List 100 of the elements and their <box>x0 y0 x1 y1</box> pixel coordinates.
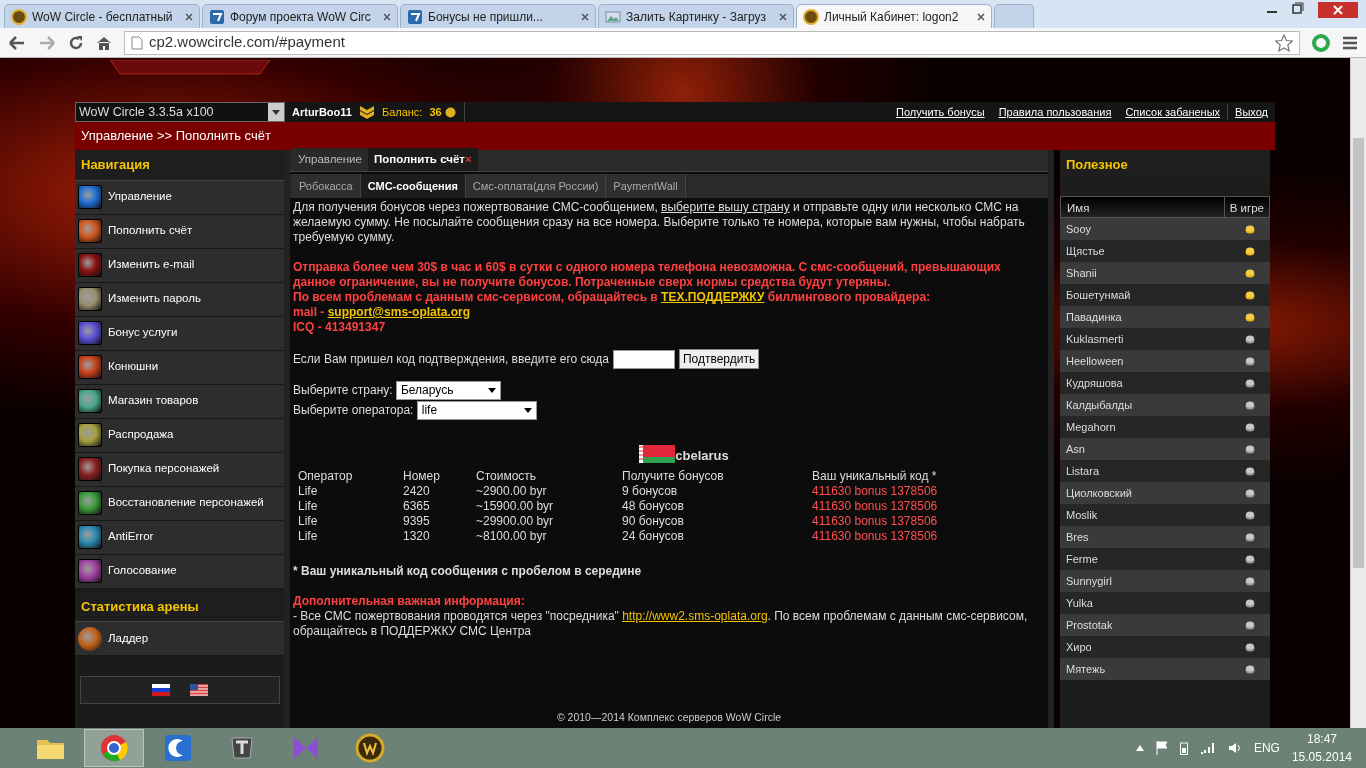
balance-value: 36 <box>429 104 443 120</box>
nav-item[interactable]: AntiError <box>75 520 285 555</box>
close-icon[interactable] <box>383 12 391 21</box>
square-emblem-icon <box>407 8 423 25</box>
table-cell: 9395 <box>403 514 476 529</box>
player-name: Asn <box>1065 441 1086 457</box>
ring-icon[interactable] <box>1312 33 1330 52</box>
player-name: Yulka <box>1065 595 1094 611</box>
language-indicator[interactable]: ENG <box>1253 739 1280 757</box>
service-link[interactable]: http://www2.sms-oplata.org <box>622 609 768 623</box>
round-emblem-icon <box>803 8 819 25</box>
tile-icon <box>78 355 102 379</box>
page-tab[interactable]: Пополнить счёт× <box>367 147 478 171</box>
player-name: Ferme <box>1065 551 1099 567</box>
support-link[interactable]: support@sms-oplata.org <box>327 305 471 319</box>
browser-tab[interactable]: Личный Кабинет: logon2 <box>796 4 992 28</box>
header-link[interactable]: Список забаненых <box>1118 103 1228 121</box>
home-icon[interactable] <box>96 34 112 51</box>
tile-icon <box>78 389 102 413</box>
dropdown-select[interactable]: life <box>416 401 537 420</box>
player-name: Бошетунмай <box>1065 287 1132 303</box>
close-icon[interactable] <box>185 12 193 21</box>
code-input[interactable] <box>612 349 675 369</box>
table-cell: Life <box>298 484 403 499</box>
nav-item[interactable]: Управление <box>75 180 285 215</box>
header-link[interactable]: Получить бонусы <box>888 103 992 121</box>
battery-icon[interactable] <box>1179 741 1188 755</box>
sms-code: 411630 bonus 1378506 <box>812 529 939 544</box>
tile-icon <box>78 423 102 447</box>
table-cell: ~8100.00 byr <box>476 529 622 544</box>
table-cell: Life <box>298 499 403 514</box>
info-text: - Все СМС пожертвования проводятся через "посредника" http://www2.sms-oplata.org. По всем проблемам с данным смс-сервисом, обращайтесь в ПОДДЕРЖКУ СМС Центра <box>293 609 1029 639</box>
tile-icon <box>78 491 102 515</box>
column-header: Ваш уникальный код * <box>812 469 938 484</box>
nav-item[interactable]: Восстановление персонажей <box>75 486 285 521</box>
confirm-label: Если Вам пришел код подтверждения, введите его сюда <box>293 351 609 367</box>
player-name: Kuklasmerti <box>1065 331 1125 347</box>
nav-item[interactable]: Распродажа <box>75 418 285 453</box>
browser-tab[interactable]: Залить Картинку - Загруз <box>598 4 794 28</box>
us-flag-icon[interactable] <box>190 684 208 696</box>
player-name: Shanii <box>1065 265 1098 281</box>
username[interactable]: ArturBoo11 <box>285 103 359 121</box>
dropdown-select[interactable]: Беларусь <box>395 381 501 400</box>
nav-item[interactable]: Изменить пароль <box>75 282 285 317</box>
clock[interactable]: 18:47 15.05.2014 <box>1291 730 1352 766</box>
column-header: Получите бонусов <box>622 469 812 484</box>
header-link[interactable]: Выход <box>1227 103 1275 121</box>
chevron-up-icon[interactable] <box>1135 745 1144 751</box>
payment-tab[interactable]: Робокасса <box>292 173 361 198</box>
browser-tab[interactable]: Форум проекта WoW Circ <box>202 4 398 28</box>
player-name: Циолковский <box>1065 485 1133 501</box>
nav-item[interactable]: Бонус услуги <box>75 316 285 351</box>
nav-item[interactable]: Пополнить счёт <box>75 214 285 249</box>
payment-tab[interactable]: СМС-сообщения <box>360 173 466 198</box>
nav-item[interactable]: Магазин товаров <box>75 384 285 419</box>
menu-icon[interactable] <box>1342 35 1358 50</box>
payment-tab[interactable]: Смс-оплата(для России) <box>465 173 607 198</box>
confirm-button[interactable]: Подтвердить <box>678 349 760 369</box>
close-icon[interactable] <box>581 12 589 21</box>
player-name: Мятежь <box>1065 661 1107 677</box>
speaker-icon[interactable] <box>1227 742 1242 754</box>
flag-icon[interactable] <box>1155 741 1168 755</box>
table-cell: 6365 <box>403 499 476 514</box>
header-link[interactable]: Правила пользования <box>991 103 1119 121</box>
restore-icon[interactable] <box>1292 2 1304 14</box>
table-cell: 9 бонусов <box>622 484 812 499</box>
intro-text: Для получения бонусов через пожертвование СМС-сообщением, выберите вышу страну и отправьте одну или несколько СМС на желаемую сумму. Не посылайте сообщения сразу на все номера. Выберите только те номера, которые вам нужны, чтобы набрать требуемую сумму. <box>293 200 1026 245</box>
nav-item[interactable]: Голосование <box>75 554 285 589</box>
country-link[interactable]: выберите вышу страну <box>661 200 790 214</box>
close-icon[interactable] <box>1318 2 1358 18</box>
footnote: * Ваш уникальный код сообщения с пробелом в середине <box>293 564 643 579</box>
address-bar[interactable]: cp2.wowcircle.com/#payment <box>124 30 1300 55</box>
taskbar-button[interactable] <box>84 729 144 767</box>
tile-icon <box>78 559 102 583</box>
chrome-icon <box>98 732 130 764</box>
payment-tab[interactable]: PaymentWall <box>606 173 686 198</box>
nav-item[interactable]: Покупка персонажей <box>75 452 285 487</box>
nav-item[interactable]: Конюшни <box>75 350 285 385</box>
scrollbar[interactable] <box>1350 58 1366 728</box>
star-icon[interactable] <box>1275 33 1293 52</box>
russian-flag-icon[interactable] <box>152 684 170 696</box>
copyright: © 2010—2014 Комплекс серверов WoW Circle <box>555 710 783 726</box>
nav-item[interactable]: Изменить e-mail <box>75 248 285 283</box>
browser-tab[interactable]: Бонусы не пришли... <box>400 4 596 28</box>
url-text: cp2.wowcircle.com/#payment <box>149 32 346 53</box>
nav-item[interactable]: Ладдер <box>75 622 285 656</box>
player-name: Bres <box>1065 529 1090 545</box>
realm-select[interactable]: WoW Circle 3.3.5a x100 <box>75 102 285 122</box>
signal-icon[interactable] <box>1199 742 1216 754</box>
browser-tab[interactable]: WoW Circle - бесплатный <box>4 4 200 28</box>
support-link[interactable]: ТЕХ.ПОДДЕРЖКУ <box>661 290 765 304</box>
round-emblem-icon <box>354 732 386 764</box>
page-icon <box>131 35 143 50</box>
reload-icon[interactable] <box>68 34 84 51</box>
close-icon[interactable] <box>779 12 787 21</box>
sms-code: 411630 bonus 1378506 <box>812 499 939 514</box>
warning-text: mail - support@sms-oplata.org <box>293 305 472 320</box>
player-name: Павадинка <box>1065 309 1123 325</box>
close-icon[interactable] <box>977 12 985 21</box>
back-icon[interactable] <box>8 34 26 51</box>
